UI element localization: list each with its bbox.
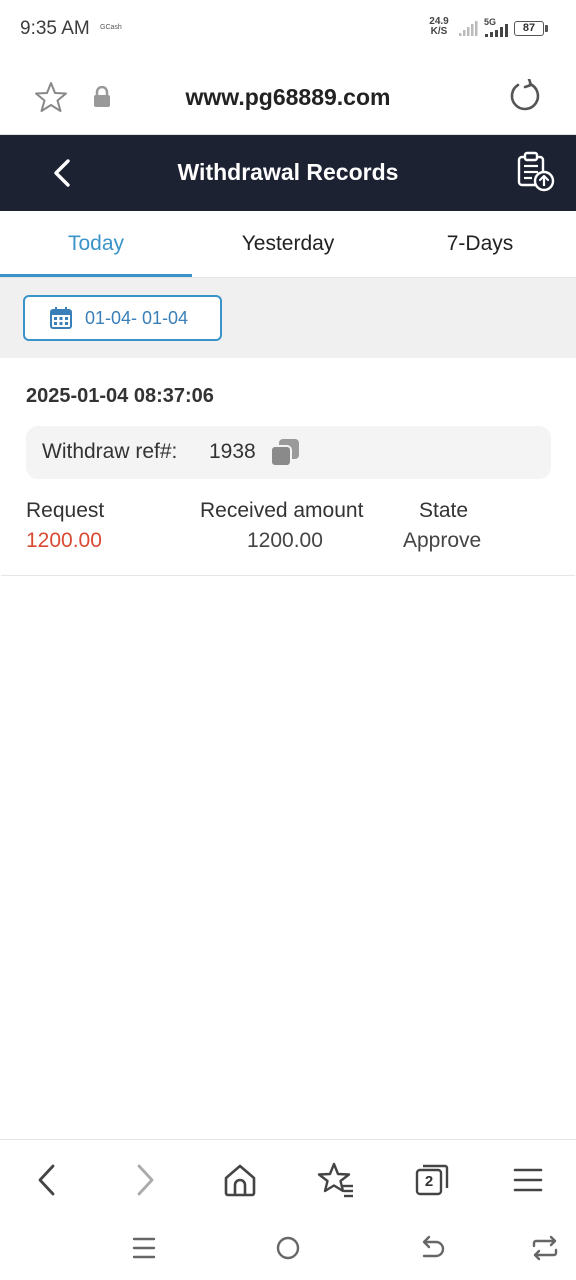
cell-signal-icon [485, 24, 508, 37]
page-title: Withdrawal Records [177, 159, 399, 185]
battery-cap [545, 25, 548, 32]
withdrawal-record: 2025-01-04 08:37:06 Withdraw ref#: 1938 … [1, 358, 575, 576]
status-app-label: GCash [100, 24, 122, 31]
clipboard-upload-icon[interactable] [514, 151, 556, 193]
active-tab-indicator [0, 274, 192, 277]
withdraw-ref-label: Withdraw ref#: [42, 440, 178, 463]
tab-7-days[interactable]: 7-Days [384, 211, 576, 277]
withdraw-ref-box: Withdraw ref#: 1938 [26, 426, 551, 479]
filter-bar: 01-04- 01-04 [0, 278, 576, 358]
bookmarks-icon[interactable] [316, 1160, 356, 1200]
battery-icon: 87 [514, 21, 544, 36]
system-back-icon[interactable] [418, 1233, 446, 1263]
date-range-picker[interactable]: 01-04- 01-04 [23, 295, 222, 341]
url-text[interactable]: www.pg68889.com [0, 84, 576, 111]
request-label: Request [26, 499, 105, 522]
status-bar: 9:35 AM GCash 24.9 K/S 5G 87 [0, 0, 576, 60]
request-amount: 1200.00 [26, 529, 102, 552]
system-home-icon[interactable] [274, 1233, 302, 1263]
page: 9:35 AM GCash 24.9 K/S 5G 87 www.pg68889… [0, 0, 576, 1280]
received-amount-label: Received amount [200, 499, 364, 522]
network-speed-unit: K/S [430, 26, 448, 37]
home-icon[interactable] [220, 1160, 260, 1200]
date-tabs: Today Yesterday 7-Days [0, 211, 576, 278]
recent-apps-icon[interactable] [131, 1233, 157, 1263]
status-time: 9:35 AM [20, 18, 90, 39]
tabs-switcher-button[interactable]: 2 [413, 1160, 453, 1200]
browser-forward-icon[interactable] [124, 1160, 164, 1200]
state-value: Approve [403, 529, 482, 552]
record-datetime: 2025-01-04 08:37:06 [26, 385, 214, 407]
state-label: State [419, 499, 469, 522]
withdraw-ref-value: 1938 [209, 440, 256, 463]
browser-url-bar: www.pg68889.com [0, 60, 576, 135]
wifi-signal-icon [459, 21, 478, 36]
app-header: Withdrawal Records [0, 135, 576, 211]
network-speed: 24.9 K/S [426, 17, 452, 37]
rotate-screen-icon[interactable] [530, 1233, 560, 1263]
copy-icon[interactable] [270, 438, 300, 468]
calendar-icon [50, 307, 72, 329]
system-nav-bar [0, 1217, 576, 1280]
tab-yesterday[interactable]: Yesterday [192, 211, 384, 277]
menu-icon[interactable] [508, 1160, 548, 1200]
browser-bottom-nav: 2 [0, 1139, 576, 1218]
tab-count: 2 [424, 1173, 434, 1190]
date-range-text: 01-04- 01-04 [85, 308, 189, 328]
browser-back-icon[interactable] [28, 1160, 68, 1200]
tab-today[interactable]: Today [0, 211, 192, 277]
received-amount-value: 1200.00 [247, 529, 323, 552]
reload-icon[interactable] [507, 79, 543, 115]
